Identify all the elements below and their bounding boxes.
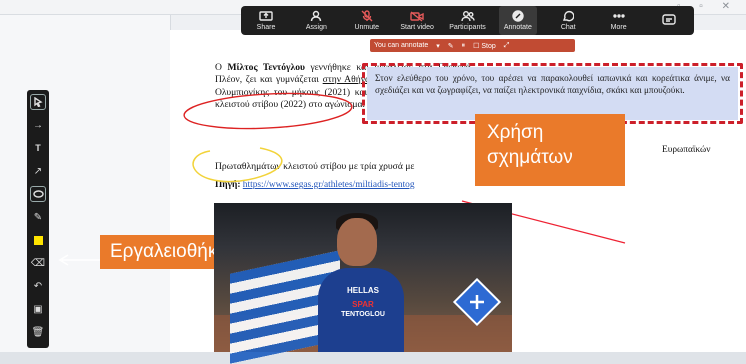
start-video-label: Start video [400,24,434,31]
video-off-icon [410,10,424,22]
chat-button[interactable]: Chat [549,6,587,35]
shapes-callout: Χρήση σχημάτων [475,114,625,186]
clear-tool[interactable]: 🗑 [30,324,46,340]
more-button[interactable]: More [600,6,638,35]
more-icon [612,10,625,22]
red-ellipse-annotation [183,92,353,130]
undo-icon: ↶ [33,280,43,292]
yellow-swatch-icon [33,235,43,245]
cursor-icon [34,97,43,107]
mouse-tool[interactable] [30,94,46,110]
share-button[interactable]: Share [247,6,285,35]
participants-icon [460,10,475,22]
undo-tool[interactable]: ↶ [30,278,46,294]
unmute-label: Unmute [354,24,379,31]
save-tool[interactable]: ▣ [30,301,46,317]
ellipse-icon [32,190,44,198]
unmute-button[interactable]: Unmute [348,6,386,35]
athlete-head [337,218,377,266]
assign-button[interactable]: Assign [297,6,335,35]
chat-icon [562,10,575,22]
shape-tool[interactable] [30,186,46,202]
chevron-down-icon[interactable]: ▾ [436,42,440,50]
trash-icon: 🗑 [31,326,45,338]
annotate-icon [512,10,524,22]
annotate-status-bar: You can annotate ▾ ✎ ⏸ ☐ Stop ⤢ [370,39,575,52]
annotate-label: Annotate [503,24,532,31]
share-icon [259,10,273,22]
stop-label: Stop [481,42,496,50]
caption-button[interactable] [650,6,688,35]
mic-off-icon [361,10,373,22]
white-arrow-callout1 [448,125,475,141]
participants-button[interactable]: Participants [449,6,487,35]
jersey-text: HELLAS SPAR TENTOGLOU [331,286,395,320]
meeting-toolbar: Share Assign Unmute Start video Particip… [241,6,694,35]
eraser-tool[interactable]: ⌫ [30,255,46,271]
text-icon: T [35,143,41,153]
start-video-button[interactable]: Start video [398,6,436,35]
cross-icon [470,295,484,309]
assign-icon [310,10,322,22]
text-tool[interactable]: T [30,140,46,156]
yellow-ellipse-annotation [192,147,283,183]
line-tool[interactable]: ↗ [30,163,46,179]
pause-icon[interactable]: ⏸ [462,42,466,50]
pen-tool[interactable]: ✎ [30,209,46,225]
stop-annotate-button[interactable]: ☐ Stop [473,42,496,50]
pen-icon[interactable]: ✎ [448,42,454,50]
annotate-button[interactable]: Annotate [498,6,537,35]
save-icon: ▣ [33,303,43,315]
pencil-icon: ✎ [33,211,43,223]
participants-label: Participants [449,24,486,31]
arrow-tool[interactable]: → [30,117,46,133]
arrow-right-icon: → [33,119,43,131]
more-label: More [610,24,627,31]
assign-label: Assign [305,24,327,31]
jersey-country: HELLAS [347,286,379,295]
line-arrow-icon: ↗ [33,165,43,177]
jersey-name: TENTOGLOU [341,311,385,318]
share-label: Share [256,24,276,31]
color-tool[interactable] [30,232,46,248]
expand-icon[interactable]: ⤢ [504,42,510,50]
chat-label: Chat [560,24,576,31]
annotation-tool-palette: → T ↗ ✎ ⌫ ↶ ▣ 🗑 [27,90,49,348]
left-pane [0,0,171,352]
annotate-message: You can annotate [374,42,429,49]
caption-icon [662,14,676,26]
jersey-brand: SPAR [352,300,374,309]
toolbox-arrow [58,254,100,266]
eraser-icon: ⌫ [30,257,46,269]
